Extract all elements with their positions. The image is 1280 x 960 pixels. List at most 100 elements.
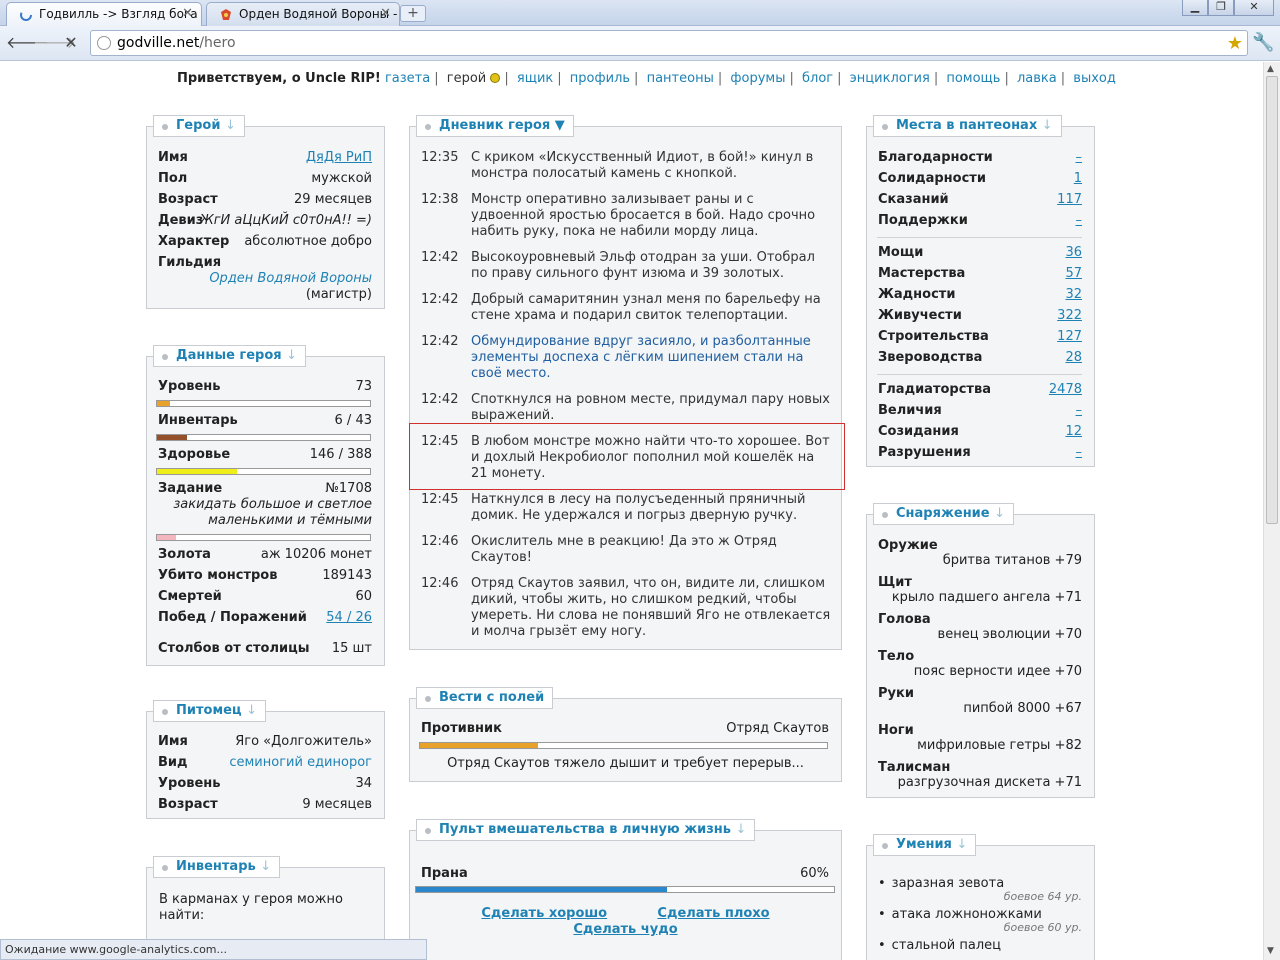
bookmark-star-icon[interactable]: ★ <box>1227 32 1243 56</box>
hero-character-value: абсолютное добро <box>244 234 372 249</box>
pantheon-rank-link[interactable]: – <box>1076 213 1083 228</box>
maximize-button[interactable]: ❐ <box>1208 0 1234 16</box>
menu-logout[interactable]: выход <box>1073 71 1116 86</box>
do-miracle-button[interactable]: Сделать чудо <box>573 922 677 937</box>
skill-item: • заразная зевота боевое 64 ур. <box>878 876 1082 903</box>
equipment-slot: Оружие бритва титанов +79 <box>878 538 1082 568</box>
menu-shop[interactable]: лавка <box>1017 71 1057 86</box>
tab-title: Орден Водяной Вороны - ... <box>239 7 400 21</box>
do-good-button[interactable]: Сделать хорошо <box>481 906 607 921</box>
minimize-button[interactable]: ▁ <box>1182 0 1208 16</box>
quest-progress-bar <box>156 534 371 541</box>
menu-forums[interactable]: форумы <box>730 71 785 86</box>
pantheon-rank-link[interactable]: 36 <box>1065 245 1082 260</box>
scrollbar-thumb[interactable] <box>1266 76 1278 524</box>
hero-name-link[interactable]: ДяДя РиП <box>306 150 372 165</box>
diary-title[interactable]: Дневник героя ▼ <box>416 115 574 137</box>
hero-gender-label: Пол <box>158 171 188 186</box>
hero-guild-link[interactable]: Орден Водяной Вороны <box>209 271 372 286</box>
close-window-button[interactable]: ✕ <box>1234 0 1274 16</box>
pantheon-rank-link[interactable]: – <box>1076 403 1083 418</box>
pantheon-rank-link[interactable]: – <box>1076 150 1083 165</box>
menu-encyclopedia[interactable]: энциклогия <box>850 71 930 86</box>
pantheons-title[interactable]: Места в пантеонах ↓ <box>873 115 1062 137</box>
wins-link[interactable]: 54 / 26 <box>326 610 372 625</box>
menu-hero[interactable]: герой <box>447 71 486 86</box>
pet-title[interactable]: Питомец ↓ <box>153 700 266 722</box>
news-title[interactable]: Вести с полей <box>416 687 554 709</box>
diary-entry: 12:42 Споткнулся на ровном месте, придума… <box>421 392 830 423</box>
equipment-title[interactable]: Снаряжение ↓ <box>873 503 1015 525</box>
prana-value: 60% <box>800 866 829 881</box>
pet-age-label: Возраст <box>158 797 218 812</box>
close-tab-icon[interactable]: ✕ <box>380 6 391 21</box>
pantheon-label: Солидарности <box>878 171 986 186</box>
pantheon-rank-link[interactable]: 127 <box>1057 329 1082 344</box>
close-tab-icon[interactable]: ✕ <box>182 6 193 21</box>
hero-title[interactable]: Герой ↓ <box>153 115 245 137</box>
pet-name-label: Имя <box>158 734 188 749</box>
pet-name-value: Яго «Долгожитель» <box>235 734 372 749</box>
kills-label: Убито монстров <box>158 568 278 583</box>
equipment-slot: Руки пипбой 8000 +67 <box>878 686 1082 716</box>
menu-profile[interactable]: профиль <box>570 71 630 86</box>
pantheon-label: Звероводства <box>878 350 983 365</box>
pantheon-rank-link[interactable]: 1 <box>1074 171 1082 186</box>
pantheon-rank-link[interactable]: 2478 <box>1049 382 1082 397</box>
pantheon-rank-link[interactable]: – <box>1076 445 1083 460</box>
globe-icon <box>97 36 111 50</box>
health-value: 146 / 388 <box>309 447 372 462</box>
inventory-text: В карманах у героя можно найти: <box>159 892 343 923</box>
new-tab-button[interactable]: + <box>400 5 426 22</box>
pantheon-rank-link[interactable]: 117 <box>1057 192 1082 207</box>
page-scrollbar[interactable]: ▲ ▼ <box>1263 62 1280 960</box>
pantheon-rank-link[interactable]: 32 <box>1065 287 1082 302</box>
do-bad-button[interactable]: Сделать плохо <box>657 906 769 921</box>
top-menu: Приветствуем, о Uncle RIP! газета | герой… <box>177 71 1116 86</box>
level-label: Уровень <box>158 379 221 394</box>
pantheon-label: Живучести <box>878 308 962 323</box>
poles-value: 15 шт <box>331 641 372 656</box>
scroll-up-arrow-icon[interactable]: ▲ <box>1267 64 1274 74</box>
diary-entry: 12:38 Монстр оперативно зализывает раны и… <box>421 192 816 239</box>
wrench-icon[interactable]: 🔧 <box>1252 32 1274 53</box>
remote-title[interactable]: Пульт вмешательства в личную жизнь ↓ <box>416 819 756 841</box>
stop-button[interactable]: ✕ <box>60 34 82 54</box>
pantheons-panel: Места в пантеонах ↓ Благодарности – Солид… <box>866 115 1095 467</box>
tab-godville-hero[interactable]: Годвилль -> Взгляд бога ✕ <box>6 2 202 26</box>
address-bar[interactable]: godville.net/hero ★ <box>90 30 1248 56</box>
hero-motto-label: Девиз <box>158 213 204 228</box>
pantheon-rank-link[interactable]: 28 <box>1065 350 1082 365</box>
menu-newspaper[interactable]: газета <box>385 71 430 86</box>
equipment-panel: Снаряжение ↓ Оружие бритва титанов +79 Щи… <box>866 503 1095 798</box>
wins-label: Побед / Поражений <box>158 610 307 625</box>
prana-label: Прана <box>421 866 468 881</box>
pantheon-label: Благодарности <box>878 150 993 165</box>
deaths-value: 60 <box>355 589 372 604</box>
pet-level-value: 34 <box>355 776 372 791</box>
menu-blog[interactable]: блог <box>802 71 833 86</box>
quest-number: №1708 <box>325 481 372 496</box>
deaths-label: Смертей <box>158 589 222 604</box>
equipment-slot: Тело пояс верности идее +70 <box>878 649 1082 679</box>
stats-title[interactable]: Данные героя ↓ <box>153 345 307 367</box>
back-button[interactable]: 🡐 <box>6 34 49 54</box>
tab-strip: Годвилль -> Взгляд бога ✕ Орден Водяной … <box>0 0 1280 26</box>
menu-pantheons[interactable]: пантеоны <box>647 71 714 86</box>
menu-box[interactable]: ящик <box>517 71 553 86</box>
pantheon-divider <box>877 237 1082 238</box>
equipment-slot: Голова венец эволюции +70 <box>878 612 1082 642</box>
hero-guild-rank: (магистр) <box>305 287 372 302</box>
pantheon-rank-link[interactable]: 12 <box>1065 424 1082 439</box>
tab-guild[interactable]: Орден Водяной Вороны - ... ✕ <box>206 2 400 26</box>
pantheon-rank-link[interactable]: 322 <box>1057 308 1082 323</box>
menu-help[interactable]: помощь <box>946 71 1000 86</box>
forward-button[interactable]: 🡒 <box>33 34 76 54</box>
opponent-label: Противник <box>421 721 502 736</box>
hero-motto-value: ЖгИ аЦцКиЙ с0т0нА!! =) <box>199 213 372 228</box>
skills-title[interactable]: Умения ↓ <box>873 834 977 856</box>
inventory-title[interactable]: Инвентарь ↓ <box>153 856 281 878</box>
pet-species-link[interactable]: семиногий единорог <box>229 755 372 770</box>
pantheon-rank-link[interactable]: 57 <box>1065 266 1082 281</box>
scroll-down-arrow-icon[interactable]: ▼ <box>1267 946 1274 956</box>
